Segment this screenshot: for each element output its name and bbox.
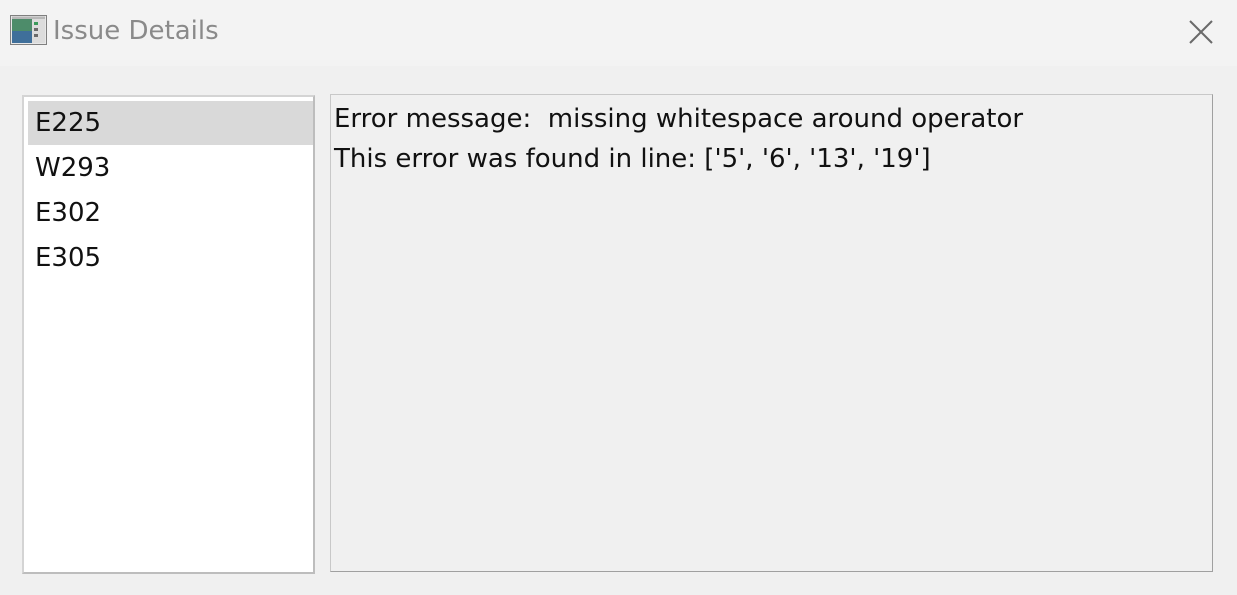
- issue-code-label: E305: [35, 243, 102, 273]
- list-item[interactable]: E225: [28, 101, 313, 145]
- title-bar: Issue Details: [0, 0, 1237, 66]
- issue-code-list[interactable]: E225 W293 E302 E305: [22, 95, 315, 574]
- error-location-text: This error was found in line: ['5', '6',…: [334, 144, 931, 174]
- close-icon: [1176, 12, 1224, 52]
- list-item[interactable]: W293: [28, 146, 313, 190]
- issue-code-label: E302: [35, 198, 102, 228]
- error-message-text: Error message: missing whitespace around…: [334, 104, 1024, 134]
- issue-code-label: E225: [35, 108, 102, 138]
- issue-code-label: W293: [35, 153, 111, 183]
- issue-detail-panel: Error message: missing whitespace around…: [330, 94, 1213, 572]
- list-item[interactable]: E305: [28, 236, 313, 280]
- window-title: Issue Details: [53, 16, 219, 46]
- close-button[interactable]: [1176, 12, 1224, 52]
- app-window-icon: [10, 15, 47, 45]
- list-item[interactable]: E302: [28, 191, 313, 235]
